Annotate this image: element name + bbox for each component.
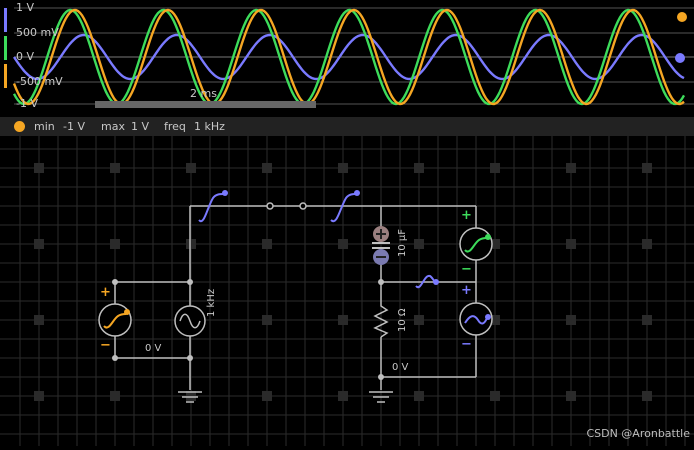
y-tick-neg1v: -1 V [16, 97, 38, 110]
probe-green-minus: − [461, 262, 472, 277]
probe-blue-plus: + [461, 283, 472, 298]
probe-blue-minus: − [461, 337, 472, 352]
max-label: max [101, 120, 125, 133]
probe-right-blue [459, 302, 493, 336]
ac-source-component [174, 305, 206, 337]
y-tick-0v: 0 V [16, 50, 35, 63]
probe-right-green [459, 227, 493, 261]
trace-end-blue [675, 53, 685, 63]
max-value: 1 V [131, 120, 150, 133]
resistor-value-label: 10 Ω [397, 308, 408, 332]
y-tick-500mv: 500 mV [16, 26, 59, 39]
wires [114, 205, 477, 390]
ground-left-voltage-label: 0 V [145, 343, 162, 354]
channel-3-indicator [4, 64, 7, 88]
time-scale-bar [95, 101, 316, 108]
ground-right-voltage-label: 0 V [392, 362, 409, 373]
probe-left-orange [98, 303, 132, 337]
y-tick-neg500mv: -500 mV [16, 75, 63, 88]
watermark: CSDN @Aronbattle [586, 427, 690, 440]
y-tick-1v: 1 V [16, 1, 35, 14]
source-frequency-label: 1 kHz [206, 288, 217, 317]
probe-left-plus: + [100, 285, 111, 300]
scope-status-bar: min -1 V max 1 V freq 1 kHz [0, 117, 694, 136]
capacitor-value-label: 10 µF [397, 228, 408, 257]
freq-label: freq [164, 120, 186, 133]
min-label: min [34, 120, 55, 133]
freq-value: 1 kHz [194, 120, 225, 133]
scope-plot [4, 7, 694, 108]
time-scale-label: 2 ms [190, 87, 217, 100]
probe-green-plus: + [461, 208, 472, 223]
selected-channel-dot[interactable] [14, 121, 25, 132]
oscilloscope-panel[interactable]: 1 V 500 mV 0 V -500 mV -1 V 2 ms [0, 0, 694, 112]
probe-left-minus: − [100, 338, 111, 353]
circuit-canvas[interactable]: 1 kHz 10 µF 10 Ω 0 V 0 V + − + − + − [0, 136, 694, 446]
min-value: -1 V [63, 120, 85, 133]
channel-2-indicator [4, 36, 7, 60]
trace-end-orange [677, 12, 687, 22]
channel-1-indicator [4, 8, 7, 32]
